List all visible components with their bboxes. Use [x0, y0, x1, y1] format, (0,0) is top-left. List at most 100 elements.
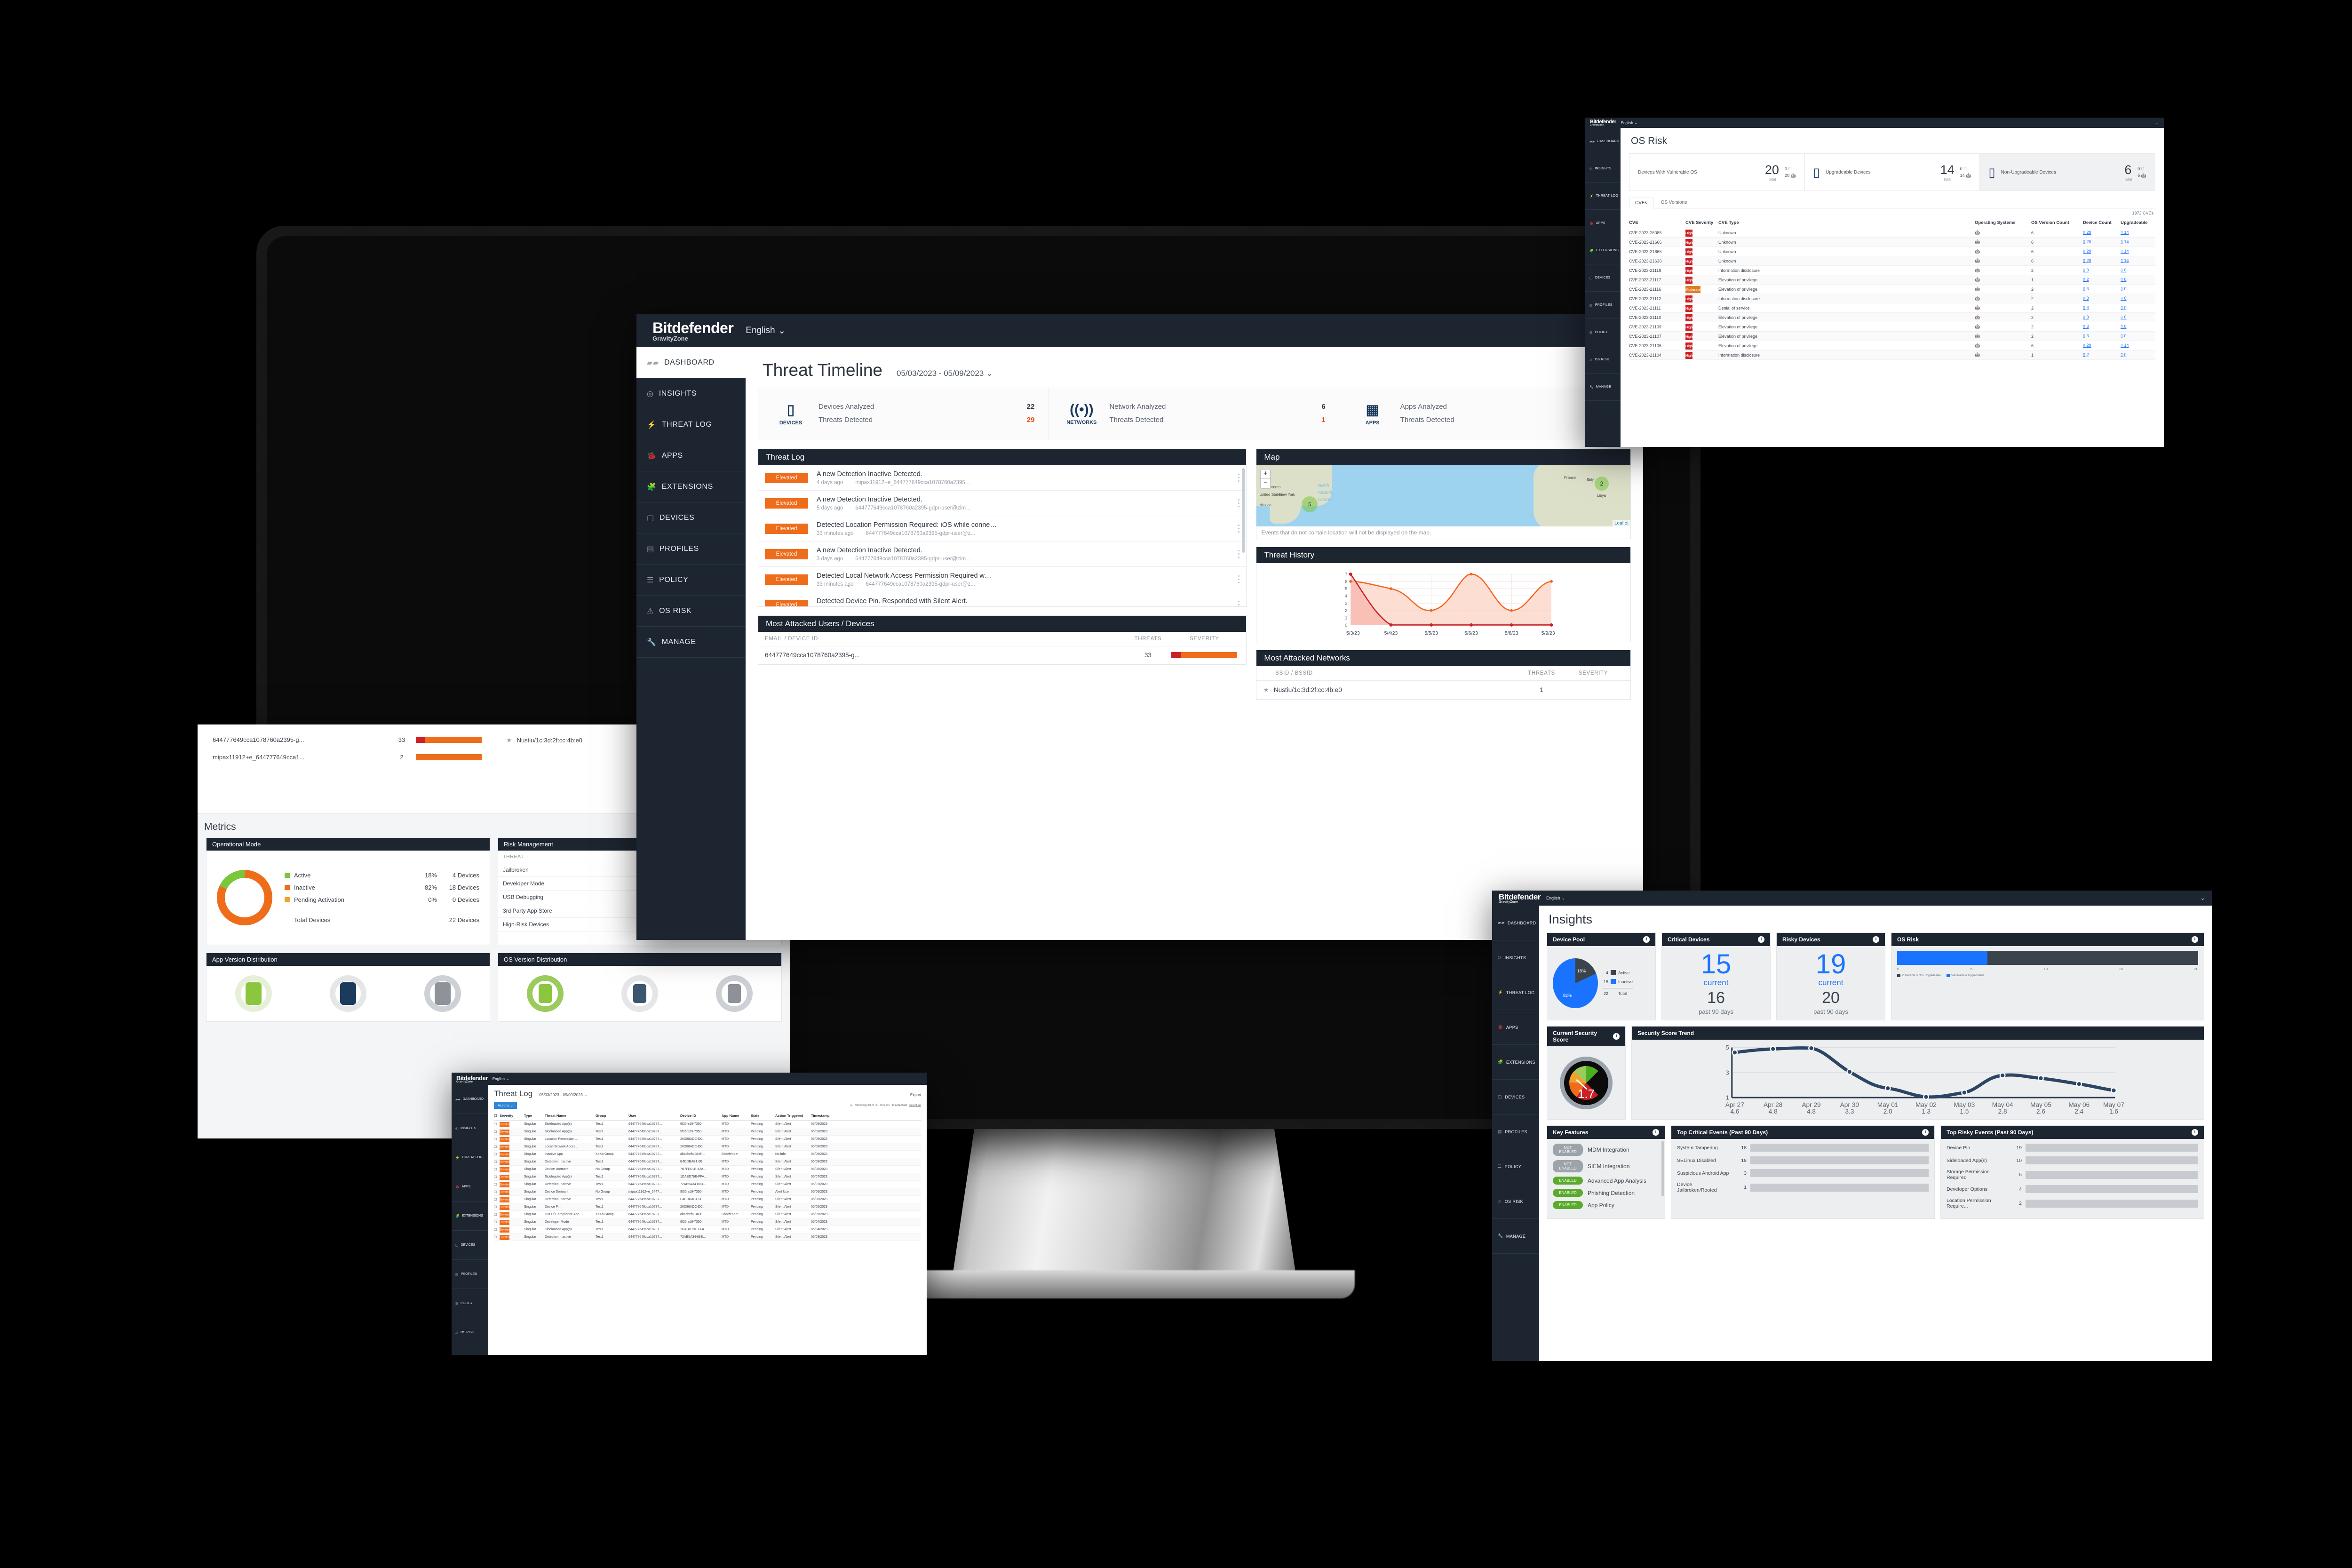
key-feature-row[interactable]: NOT ENABLED SIEM Integration [1553, 1160, 1659, 1173]
row-menu-dots-icon[interactable] [1238, 474, 1240, 482]
row-checkbox[interactable]: ☐ [494, 1122, 500, 1126]
cell-device-count[interactable]: ▯ 3 [2083, 315, 2121, 320]
brand-logo[interactable]: Bitdefender GravityZone [1499, 892, 1541, 904]
info-icon[interactable]: i [1758, 936, 1764, 943]
threat-log-window[interactable]: Bitdefender GravityZone English ⌄ ▰▰ DASH… [452, 1073, 927, 1355]
threat-log-item[interactable]: Elevated A new Detection Inactive Detecte… [758, 491, 1247, 516]
info-icon[interactable]: i [2192, 1129, 2198, 1136]
language-selector[interactable]: English ⌄ [493, 1077, 509, 1081]
row-checkbox[interactable]: ☐ [494, 1160, 500, 1164]
sidebar-item-manage[interactable]: 🔧MANAGE [452, 1347, 488, 1355]
sidebar-item-os-risk[interactable]: ⚠ OS RISK [1492, 1184, 1539, 1219]
threat-log-item[interactable]: Elevated Detected Location Permission Req… [758, 516, 1247, 541]
date-range-picker[interactable]: 05/03/2023 - 05/09/2023 ⌄ [897, 369, 993, 378]
sidebar-item-insights[interactable]: ◎ INSIGHTS [636, 378, 746, 409]
cell-device-count[interactable]: ▯ 3 [2083, 268, 2121, 273]
table-row[interactable]: ☐ Elevated Singular Sideloaded App(s) Test1 6… [494, 1128, 921, 1136]
map-cluster[interactable]: 5 [1302, 496, 1318, 512]
map-zoom-controls[interactable]: + − [1260, 469, 1271, 489]
threat-log-scrollbar[interactable] [1242, 468, 1246, 553]
sidebar-item-os-risk[interactable]: ⚠ OS RISK [452, 1318, 488, 1347]
cell-upgradeable[interactable]: ▯ 0 [2121, 277, 2155, 282]
row-menu-dots-icon[interactable] [1238, 601, 1240, 606]
table-row[interactable]: ☐ Elevated Singular Sideloaded App(s) Test1 6… [494, 1226, 921, 1234]
sidebar-item-extensions[interactable]: 🧩 EXTENSIONS [452, 1202, 488, 1231]
cell-upgradeable[interactable]: ▯ 0 [2121, 352, 2155, 358]
cell-device-count[interactable]: ▯ 20 [2083, 258, 2121, 263]
cve-table-rows[interactable]: CVE-2023-26085 High Unknown 🤖 6 ▯ 20 ▯ 14 CVE-2… [1629, 228, 2155, 360]
info-icon[interactable]: i [1613, 1033, 1620, 1040]
info-icon[interactable]: i [1922, 1129, 1929, 1136]
table-row[interactable]: ☐ Elevated Singular Device Pin Test1 64477764… [494, 1203, 921, 1211]
row-checkbox[interactable]: ☐ [494, 1235, 500, 1239]
brand-logo[interactable]: Bitdefender GravityZone [456, 1075, 488, 1083]
row-checkbox[interactable]: ☐ [494, 1130, 500, 1134]
sidebar-item-threat-log[interactable]: ⚡ THREAT LOG [636, 409, 746, 440]
cell-device-count[interactable]: ▯ 3 [2083, 296, 2121, 301]
row-checkbox[interactable]: ☐ [494, 1220, 500, 1224]
table-row[interactable]: 644777649cca1078760a2395-g... 33 [758, 646, 1247, 664]
sidebar-item-manage[interactable]: 🔧MANAGE [1492, 1219, 1539, 1254]
cve-table-row[interactable]: CVE-2023-21118 High Information disclosure… [1629, 266, 2155, 275]
sidebar-item-devices[interactable]: ▢ DEVICES [1492, 1080, 1539, 1114]
tlw-sidebar[interactable]: ▰▰ DASHBOARD ◎ INSIGHTS ⚡ THREAT LOG 🐞 APPS 🧩 EXT… [452, 1085, 488, 1355]
cell-upgradeable[interactable]: ▯ 0 [2121, 296, 2155, 301]
tab-cves[interactable]: CVEs [1629, 198, 1653, 208]
cell-upgradeable[interactable]: ▯ 14 [2121, 343, 2155, 348]
row-checkbox[interactable]: ☐ [494, 1153, 500, 1156]
sidebar-item-threat-log[interactable]: ⚡ THREAT LOG [1585, 183, 1621, 210]
cell-device-count[interactable]: ▯ 20 [2083, 230, 2121, 235]
info-icon[interactable]: i [2192, 936, 2198, 943]
threat-log-item[interactable]: Elevated Detected Local Network Access Pe… [758, 567, 1247, 592]
cell-upgradeable[interactable]: ▯ 14 [2121, 239, 2155, 245]
cell-device-count[interactable]: ▯ 3 [2083, 334, 2121, 339]
cell-upgradeable[interactable]: ▯ 14 [2121, 258, 2155, 263]
table-row[interactable]: ☐ Elevated Singular Local Network Acces... T… [494, 1143, 921, 1151]
sidebar-item-dashboard[interactable]: ▰▰ DASHBOARD [452, 1085, 488, 1114]
threat-log-list[interactable]: Elevated A new Detection Inactive Detecte… [758, 465, 1247, 606]
language-selector[interactable]: English ⌄ [1546, 896, 1565, 901]
table-row[interactable]: ☐ Elevated Singular Out Of Compliance App Xo… [494, 1211, 921, 1218]
row-checkbox[interactable]: ☐ [494, 1228, 500, 1232]
table-row[interactable]: ☐ Elevated Singular Developer Mode Test1 6447… [494, 1218, 921, 1226]
cell-upgradeable[interactable]: ▯ 14 [2121, 249, 2155, 254]
key-features-list[interactable]: NOT ENABLED MDM Integration NOT ENABLED SIE… [1547, 1139, 1665, 1218]
refresh-icon[interactable]: ⟳ [850, 1104, 852, 1107]
sidebar-item-insights[interactable]: ◎ INSIGHTS [1585, 155, 1621, 183]
sidebar-item-dashboard[interactable]: ▰▰ DASHBOARD [1492, 906, 1539, 940]
insights-window[interactable]: Bitdefender GravityZone English ⌄ ⌄ ▰▰ DA… [1492, 891, 2212, 1361]
insights-sidebar[interactable]: ▰▰ DASHBOARD ◎ INSIGHTS ⚡ THREAT LOG 🐞 APPS 🧩 EXT… [1492, 906, 1539, 1361]
table-row[interactable]: ☐ Elevated Singular Location Permission ...… [494, 1136, 921, 1143]
select-all-checkbox[interactable]: ☐ [494, 1114, 500, 1118]
row-checkbox[interactable]: ☐ [494, 1175, 500, 1179]
cell-device-count[interactable]: ▯ 3 [2083, 305, 2121, 310]
brand-logo[interactable]: Bitdefender GravityZone [1590, 119, 1616, 127]
info-icon[interactable]: i [1653, 1129, 1659, 1136]
sidebar-item-manage[interactable]: 🔧MANAGE [1585, 374, 1621, 401]
cve-table-row[interactable]: CVE-2023-21112 High Information disclosure… [1629, 294, 2155, 303]
sidebar-item-extensions[interactable]: 🧩 EXTENSIONS [1492, 1045, 1539, 1080]
table-row[interactable]: ☐ Elevated Singular Sideloaded App(s) Test1 6… [494, 1173, 921, 1181]
table-row[interactable]: ☐ Elevated Singular Detection Inactive Test1… [494, 1234, 921, 1241]
sidebar-item-dashboard[interactable]: ▰▰ DASHBOARD [1585, 128, 1621, 155]
star-icon[interactable]: ★ [1263, 686, 1269, 694]
leaflet-attribution[interactable]: Leaflet [1612, 520, 1630, 526]
sidebar-item-policy[interactable]: ☰ POLICY [452, 1289, 488, 1318]
cve-table-row[interactable]: CVE-2023-21106 High Elevation of privilege… [1629, 341, 2155, 350]
cve-table-row[interactable]: CVE-2023-21630 High Unknown 🤖 6 ▯ 20 ▯ 14 [1629, 256, 2155, 266]
key-feature-row[interactable]: ENABLED Phishing Detection [1553, 1189, 1659, 1197]
row-checkbox[interactable]: ☐ [494, 1213, 500, 1217]
row-menu-dots-icon[interactable] [1238, 525, 1240, 533]
main-sidebar[interactable]: ▰▰ DASHBOARD ◎ INSIGHTS ⚡ THREAT LOG 🐞 APPS 🧩 EXT… [636, 347, 746, 940]
info-icon[interactable]: i [1643, 936, 1650, 943]
threat-log-item[interactable]: Elevated A new Detection Inactive Detecte… [758, 541, 1247, 567]
select-all-link[interactable]: select all [909, 1104, 921, 1107]
account-menu-chevron-icon[interactable]: ⌄ [2155, 120, 2159, 126]
sidebar-item-policy[interactable]: ☰ POLICY [1492, 1149, 1539, 1184]
table-row[interactable]: ☐ Elevated Singular Sideloaded App(s) Test1 6… [494, 1121, 921, 1128]
sidebar-item-profiles[interactable]: ▤ PROFILES [636, 533, 746, 565]
key-feature-row[interactable]: ENABLED App Policy [1553, 1201, 1659, 1210]
table-row[interactable]: ☐ Elevated Singular Detection Inactive Test1… [494, 1158, 921, 1166]
key-feature-row[interactable]: ENABLED Advanced App Analysis [1553, 1177, 1659, 1185]
os-risk-window[interactable]: Bitdefender GravityZone English ⌄ ⌄ ▰▰ DA… [1585, 118, 2164, 447]
